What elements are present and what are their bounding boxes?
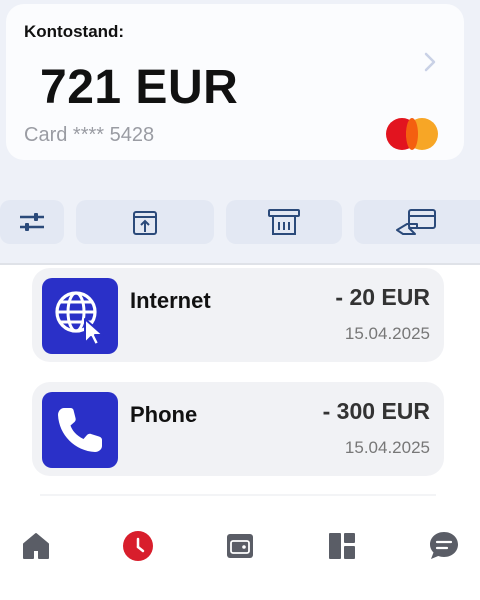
bottom-nav <box>0 508 480 600</box>
card-payment-button[interactable] <box>354 200 480 244</box>
phone-icon <box>42 392 118 468</box>
list-divider <box>40 494 436 496</box>
atm-icon <box>268 209 300 235</box>
dashboard-icon <box>329 533 355 559</box>
nav-wallet[interactable] <box>220 526 260 566</box>
filter-sliders-icon <box>20 213 44 231</box>
mastercard-icon <box>386 118 438 152</box>
transaction-name: Phone <box>130 402 198 427</box>
upload-tray-icon <box>133 211 157 235</box>
globe-cursor-icon <box>42 278 118 354</box>
divider <box>0 263 480 265</box>
transaction-date: 15.04.2025 <box>344 324 430 343</box>
wallet-icon <box>227 534 253 558</box>
transaction-amount: - 300 EUR <box>322 398 430 424</box>
top-up-button[interactable] <box>76 200 214 244</box>
balance-amount: 721 EUR <box>40 61 239 114</box>
atm-button[interactable] <box>226 200 342 244</box>
nav-history[interactable] <box>118 526 158 566</box>
clock-icon <box>123 531 153 561</box>
nav-dashboard[interactable] <box>322 526 362 566</box>
balance-label: Kontostand: <box>24 22 125 41</box>
card-number: Card **** 5428 <box>24 124 155 146</box>
transaction-item[interactable]: Internet - 20 EUR 15.04.2025 <box>32 268 444 362</box>
nav-home[interactable] <box>16 526 56 566</box>
nav-chat[interactable] <box>424 526 464 566</box>
quick-actions <box>0 200 480 246</box>
home-icon <box>23 533 49 559</box>
card-payment-icon <box>396 209 436 235</box>
filter-button[interactable] <box>0 200 64 244</box>
transaction-amount: - 20 EUR <box>335 284 430 310</box>
chevron-right-icon[interactable] <box>422 50 438 74</box>
transaction-item[interactable]: Phone - 300 EUR 15.04.2025 <box>32 382 444 476</box>
transaction-name: Internet <box>130 288 211 313</box>
balance-card[interactable]: Kontostand: 721 EUR Card **** 5428 <box>6 4 464 160</box>
chat-icon <box>430 532 458 559</box>
transaction-date: 15.04.2025 <box>344 438 430 457</box>
